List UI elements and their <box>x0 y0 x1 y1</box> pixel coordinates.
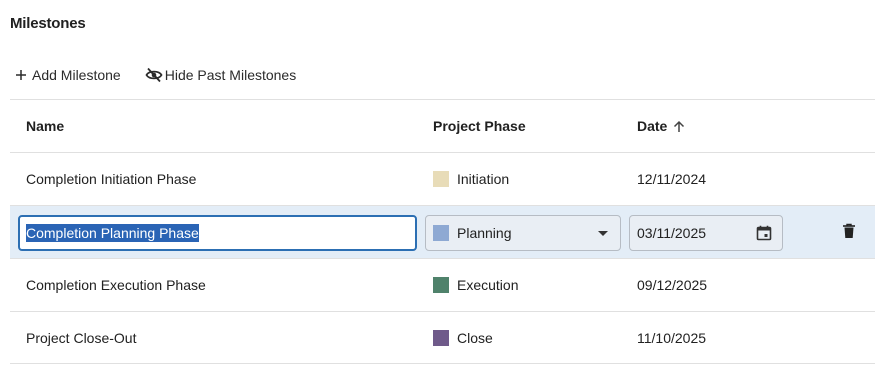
date-input-value: 03/11/2025 <box>637 225 707 241</box>
phase-color-swatch <box>433 171 449 187</box>
table-row-editing[interactable]: Completion Planning Phase Planning 03/11… <box>10 205 875 258</box>
milestone-date: 09/12/2025 <box>637 277 708 293</box>
phase-color-swatch <box>433 225 449 241</box>
phase-label: Initiation <box>457 171 510 187</box>
calendar-icon[interactable] <box>756 225 772 244</box>
table-row[interactable]: Completion Execution Phase Execution 09/… <box>10 258 875 311</box>
plus-icon <box>12 66 30 84</box>
column-header-project-phase[interactable]: Project Phase <box>433 100 526 152</box>
selected-text: Completion Planning Phase <box>26 224 199 242</box>
phase-label: Close <box>457 329 493 346</box>
milestone-name: Project Close-Out <box>26 329 137 346</box>
milestone-date-input[interactable]: 03/11/2025 <box>629 215 783 251</box>
trash-icon <box>842 223 856 242</box>
phase-color-swatch <box>433 277 449 293</box>
table-header: Name Project Phase Date <box>10 99 875 152</box>
eye-off-icon <box>145 66 163 84</box>
chevron-down-icon <box>598 231 608 236</box>
phase-label: Execution <box>457 277 519 293</box>
toolbar: Add Milestone Hide Past Milestones <box>12 64 296 86</box>
milestone-date: 11/10/2025 <box>637 329 707 346</box>
project-phase-cell: Close <box>433 312 493 363</box>
hide-past-milestones-button[interactable]: Hide Past Milestones <box>145 64 297 86</box>
milestones-table: Name Project Phase Date Completion Initi… <box>10 99 875 364</box>
add-milestone-label: Add Milestone <box>32 67 121 83</box>
add-milestone-button[interactable]: Add Milestone <box>12 64 121 86</box>
table-row[interactable]: Project Close-Out Close 11/10/2025 <box>10 311 875 364</box>
hide-past-milestones-label: Hide Past Milestones <box>164 67 297 83</box>
project-phase-cell: Execution <box>433 259 518 311</box>
phase-select-value: Planning <box>457 225 512 241</box>
column-header-date[interactable]: Date <box>637 100 685 152</box>
arrow-up-icon[interactable] <box>673 120 685 133</box>
column-header-name[interactable]: Name <box>26 100 64 152</box>
table-row[interactable]: Completion Initiation Phase Initiation 1… <box>10 152 875 205</box>
phase-color-swatch <box>433 329 449 346</box>
column-header-date-label: Date <box>637 118 668 134</box>
milestone-name: Completion Initiation Phase <box>26 171 197 187</box>
milestone-name: Completion Execution Phase <box>26 277 206 293</box>
delete-milestone-button[interactable] <box>842 223 858 241</box>
milestone-date: 12/11/2024 <box>637 171 707 187</box>
page-title: Milestones <box>10 15 86 32</box>
milestone-name-input[interactable]: Completion Planning Phase <box>18 215 417 251</box>
project-phase-cell: Initiation <box>433 153 509 205</box>
project-phase-select[interactable]: Planning <box>425 215 621 251</box>
